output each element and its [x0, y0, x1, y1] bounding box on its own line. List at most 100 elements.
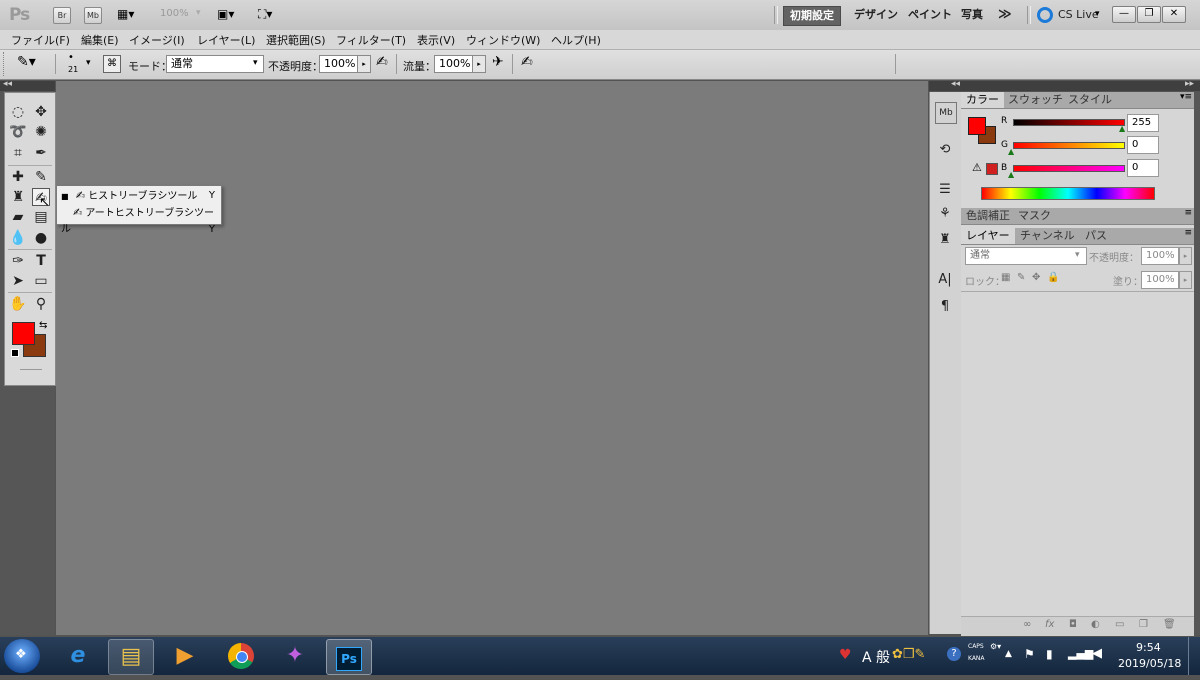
view-extras-icon[interactable]: ▦▾: [117, 7, 145, 23]
tab-color[interactable]: カラー: [961, 92, 1004, 108]
ime-menu-icon[interactable]: ⚙▾: [990, 642, 1001, 651]
airbrush-icon[interactable]: ✈: [492, 54, 504, 70]
flyout-item-art-history-brush[interactable]: ✍ アートヒストリーブラシツール Y: [61, 205, 217, 235]
volume-icon[interactable]: ◀: [1092, 646, 1102, 661]
pressure-size-icon[interactable]: ✍: [521, 54, 533, 70]
right-dock-collapse-bar[interactable]: ◂◂ ▸▸: [929, 79, 1200, 91]
workspace-essentials[interactable]: 初期設定: [783, 6, 841, 26]
new-layer-icon[interactable]: ❐: [1139, 619, 1148, 630]
panel-menu-icon[interactable]: ≡: [1184, 228, 1192, 238]
dodge-tool-icon[interactable]: ●: [32, 229, 50, 247]
internet-explorer-icon[interactable]: e: [56, 639, 100, 673]
menu-select[interactable]: 選択範囲(S): [266, 32, 326, 48]
workspace-photography[interactable]: 写真: [955, 6, 989, 24]
cs-live-dropdown-icon[interactable]: ▾: [1095, 9, 1100, 19]
rectangle-tool-icon[interactable]: ▭: [32, 272, 50, 290]
adjustment-layer-icon[interactable]: ◐: [1091, 619, 1100, 630]
menu-edit[interactable]: 編集(E): [81, 32, 119, 48]
gradient-tool-icon[interactable]: ▤: [32, 208, 50, 226]
blend-mode-dropdown-icon[interactable]: ▾: [1075, 250, 1080, 260]
show-hidden-icons[interactable]: ▲: [1005, 649, 1012, 659]
blur-tool-icon[interactable]: 💧: [9, 229, 27, 247]
tab-channels[interactable]: チャンネル: [1015, 228, 1080, 244]
b-slider[interactable]: [1013, 165, 1125, 172]
bridge-button[interactable]: Br: [53, 7, 71, 24]
tab-paths[interactable]: パス: [1080, 228, 1112, 244]
photoshop-taskbar-icon[interactable]: Ps: [326, 639, 372, 675]
opacity-slider-toggle-icon[interactable]: ▸: [357, 55, 371, 73]
brush-picker-dropdown-icon[interactable]: ▾: [86, 58, 91, 68]
color-spectrum-bar[interactable]: [981, 187, 1155, 200]
r-slider[interactable]: [1013, 119, 1125, 126]
new-group-icon[interactable]: ▭: [1115, 619, 1124, 630]
menu-window[interactable]: ウィンドウ(W): [466, 32, 540, 48]
tab-adjustments[interactable]: 色調補正: [961, 208, 1015, 224]
r-slider-handle-icon[interactable]: ▲: [1119, 124, 1125, 133]
screen-mode-icon[interactable]: ⛶▾: [258, 7, 286, 23]
tool-preset-picker-icon[interactable]: ✎▾: [17, 54, 47, 74]
help-icon[interactable]: ?: [947, 647, 961, 661]
clone-stamp-tool-icon[interactable]: ♜: [9, 188, 27, 206]
g-value-input[interactable]: 0: [1127, 136, 1159, 154]
marquee-tool-icon[interactable]: ◌: [9, 103, 27, 121]
layer-opacity-input[interactable]: 100%: [1141, 247, 1179, 265]
menu-layer[interactable]: レイヤー(L): [197, 32, 255, 48]
move-tool-icon[interactable]: ✥: [32, 103, 50, 121]
lock-transparent-icon[interactable]: ▦: [1001, 272, 1010, 283]
brush-panel-icon[interactable]: ⚘: [935, 204, 955, 224]
mini-bridge-button[interactable]: Mb: [84, 7, 102, 24]
add-mask-icon[interactable]: ◘: [1069, 619, 1077, 630]
path-selection-tool-icon[interactable]: ➤: [9, 272, 27, 290]
zoom-dropdown-icon[interactable]: ▾: [196, 8, 201, 18]
action-center-flag-icon[interactable]: ⚑: [1024, 647, 1035, 661]
tab-masks[interactable]: マスク: [1013, 208, 1056, 224]
tools-collapse-bar[interactable]: ◂◂: [0, 79, 55, 91]
mode-select[interactable]: 通常: [166, 55, 264, 73]
close-button[interactable]: ✕: [1162, 6, 1186, 23]
foreground-color-box[interactable]: [968, 117, 986, 135]
layer-opacity-slider-toggle-icon[interactable]: ▸: [1179, 247, 1192, 265]
menu-view[interactable]: 表示(V): [417, 32, 455, 48]
menu-file[interactable]: ファイル(F): [11, 32, 70, 48]
lasso-tool-icon[interactable]: ➰: [9, 123, 27, 141]
gamut-color-swatch[interactable]: [986, 163, 998, 175]
tab-layers[interactable]: レイヤー: [961, 228, 1015, 244]
flow-input[interactable]: 100%: [434, 55, 476, 73]
more-workspaces-button[interactable]: ≫: [992, 6, 1018, 24]
link-layers-icon[interactable]: ∞: [1023, 619, 1031, 630]
panel-menu-icon[interactable]: ≡: [1184, 208, 1192, 218]
flyout-item-history-brush[interactable]: ■ ✍ ヒストリーブラシツール Y: [61, 188, 217, 204]
tab-styles[interactable]: スタイル: [1063, 92, 1117, 108]
eyedropper-tool-icon[interactable]: ✒: [32, 144, 50, 162]
foreground-color-swatch[interactable]: [12, 322, 35, 345]
quick-selection-tool-icon[interactable]: ✺: [32, 123, 50, 141]
opacity-input[interactable]: 100%: [319, 55, 361, 73]
pressure-opacity-icon[interactable]: ✍: [376, 54, 388, 70]
history-panel-icon[interactable]: ⟲: [935, 140, 955, 160]
zoom-level[interactable]: 100%: [160, 8, 189, 19]
ime-mode-indicator[interactable]: A 般: [862, 647, 890, 667]
workspace-painting[interactable]: ペイント: [902, 6, 958, 24]
delete-layer-icon[interactable]: 🗑: [1163, 619, 1176, 630]
explorer-folder-icon[interactable]: ▤: [108, 639, 154, 675]
lock-image-icon[interactable]: ✎: [1017, 272, 1025, 283]
brush-tool-icon[interactable]: ✎: [32, 168, 50, 186]
quick-mask-icon[interactable]: [20, 369, 42, 370]
media-player-icon[interactable]: ▶: [163, 639, 207, 673]
character-panel-icon[interactable]: A|: [935, 270, 955, 290]
brush-panel-toggle-icon[interactable]: ⌘: [103, 55, 121, 73]
lock-position-icon[interactable]: ✥: [1032, 272, 1040, 283]
flow-slider-toggle-icon[interactable]: ▸: [472, 55, 486, 73]
swap-colors-icon[interactable]: ⇆: [39, 320, 47, 331]
arrange-documents-icon[interactable]: ▣▾: [217, 7, 245, 23]
mini-bridge-panel-icon[interactable]: Mb: [935, 102, 957, 124]
g-slider[interactable]: [1013, 142, 1125, 149]
layers-list[interactable]: [961, 291, 1194, 617]
workspace-design[interactable]: デザイン: [848, 6, 904, 24]
gamut-warning-icon[interactable]: ⚠: [972, 161, 982, 174]
chrome-icon[interactable]: [219, 639, 263, 673]
b-value-input[interactable]: 0: [1127, 159, 1159, 177]
minimize-button[interactable]: —: [1112, 6, 1136, 23]
zoom-tool-icon[interactable]: ⚲: [32, 295, 50, 313]
type-tool-icon[interactable]: T: [32, 252, 50, 270]
